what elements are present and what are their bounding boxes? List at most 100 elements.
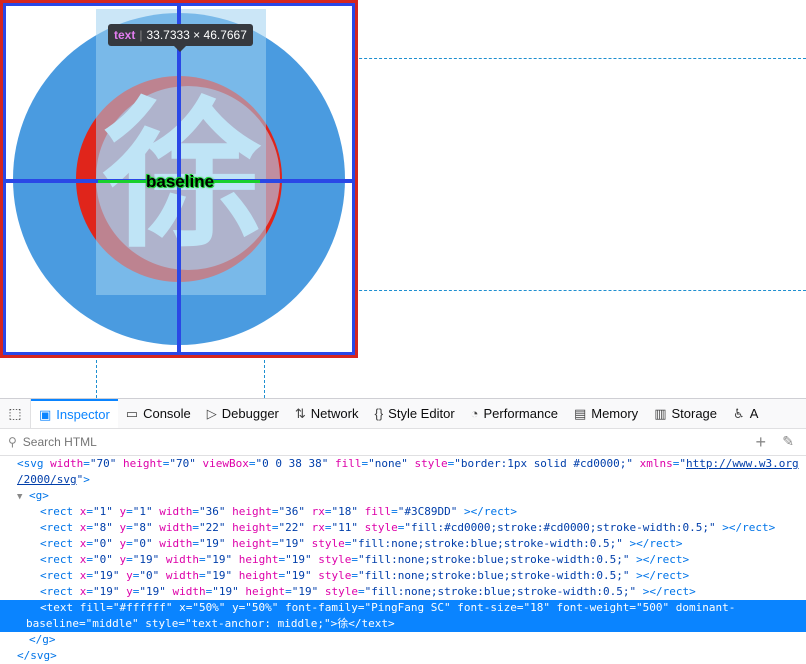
- attr-name: height: [238, 553, 279, 566]
- eyedropper-icon[interactable]: ✎: [782, 433, 794, 450]
- tab-label: Console: [143, 406, 191, 421]
- attr-value: "fill:none;stroke:blue;stroke-width:0.5;…: [351, 537, 623, 550]
- tag-close: ></rect>: [636, 569, 690, 582]
- tag-name: <rect: [40, 537, 80, 550]
- tag-name: <rect: [40, 553, 80, 566]
- attr-value: "70": [169, 457, 196, 470]
- attr-name: width: [159, 505, 193, 518]
- attr-value: "19": [132, 553, 160, 566]
- attr-value: "18": [331, 505, 359, 518]
- attr-name: width: [159, 521, 193, 534]
- tooltip-separator: |: [139, 28, 143, 42]
- tree-node-rect[interactable]: <rect x="19" y="0" width="19" height="19…: [0, 568, 806, 584]
- tag-name: <svg: [17, 457, 44, 470]
- tag-close: ></rect>: [722, 521, 776, 534]
- element-picker-button[interactable]: ⬚: [0, 399, 31, 428]
- add-node-button[interactable]: +: [755, 432, 766, 452]
- attr-value: "0 0 38 38": [255, 457, 329, 470]
- attr-name: width: [50, 457, 84, 470]
- tree-node-rect[interactable]: <rect x="0" y="19" width="19" height="19…: [0, 552, 806, 568]
- network-icon: ⇅: [294, 405, 306, 421]
- attr-name: xmlns: [639, 457, 673, 470]
- attr-value: "19": [93, 585, 120, 598]
- attr-name: height: [238, 569, 279, 582]
- tag-name: <rect: [40, 521, 80, 534]
- tab-label: A: [749, 406, 759, 421]
- style-editor-icon: {}: [374, 406, 384, 421]
- accessibility-icon: ♿: [733, 405, 745, 421]
- page-viewport: 徐 baseline text | 33.7333 × 46.7667: [0, 0, 806, 398]
- tab-storage[interactable]: ▥ Storage: [646, 399, 725, 428]
- attr-name: height: [232, 537, 272, 550]
- attr-value: "70": [89, 457, 117, 470]
- search-input[interactable]: [20, 434, 625, 450]
- attr-name: width: [165, 553, 199, 566]
- attr-value: "8": [93, 521, 113, 534]
- attr-name: y: [126, 585, 133, 598]
- memory-icon: ▤: [573, 405, 587, 421]
- tag-name: </g>: [29, 633, 56, 646]
- expand-triangle-icon[interactable]: ▼: [17, 489, 29, 505]
- markup-tree: <svg width="70" height="70" viewBox="0 0…: [0, 456, 806, 664]
- tree-node-svg-close[interactable]: </svg>: [0, 648, 806, 664]
- tag-name: <rect: [40, 505, 80, 518]
- tab-memory[interactable]: ▤ Memory: [566, 399, 646, 428]
- tree-node-svg[interactable]: <svg width="70" height="70" viewBox="0 0…: [0, 456, 806, 472]
- baseline-label: baseline: [146, 172, 215, 191]
- tree-node-svg-continued[interactable]: /2000/svg">: [0, 472, 806, 488]
- tree-node-g[interactable]: ▼ <g>: [0, 488, 806, 504]
- tree-node-rect[interactable]: <rect x="0" y="0" width="19" height="19"…: [0, 536, 806, 552]
- console-icon: ▭: [125, 405, 139, 421]
- attr-name: y: [126, 569, 133, 582]
- tree-node-rect[interactable]: <rect x="8" y="8" width="22" height="22"…: [0, 520, 806, 536]
- tab-label: Inspector: [56, 407, 110, 422]
- attr-link[interactable]: /2000/svg: [17, 473, 77, 486]
- attr-name: height: [245, 585, 286, 598]
- attr-value: "0": [93, 537, 113, 550]
- tab-debugger[interactable]: ▷ Debugger: [199, 399, 287, 428]
- tree-node-rect[interactable]: <rect x="1" y="1" width="36" height="36"…: [0, 504, 806, 520]
- attr-value: "11": [331, 521, 359, 534]
- rect-list: <rect x="1" y="1" width="36" height="36"…: [0, 504, 806, 600]
- tooltip-size: 33.7333 × 46.7667: [146, 28, 247, 42]
- picker-icon: ⬚: [8, 405, 22, 421]
- attr-value: "36": [278, 505, 306, 518]
- tag-name: <g>: [29, 489, 49, 502]
- tab-label: Storage: [671, 406, 718, 421]
- tree-node-g-close[interactable]: </g>: [0, 632, 806, 648]
- attr-link[interactable]: http://www.w3.org: [686, 457, 799, 470]
- tab-inspector[interactable]: ▣ Inspector: [31, 399, 118, 428]
- tab-label: Performance: [483, 406, 558, 421]
- element-tooltip: text | 33.7333 × 46.7667: [108, 24, 253, 52]
- attr-name: style: [318, 553, 352, 566]
- tag-close: ></rect>: [642, 585, 696, 598]
- attr-name: style: [324, 585, 358, 598]
- attr-name: viewBox: [202, 457, 249, 470]
- attr-value: "19": [205, 569, 233, 582]
- tab-label: Network: [310, 406, 359, 421]
- tab-accessibility[interactable]: ♿ A: [725, 399, 766, 428]
- attr-value: "19": [93, 569, 120, 582]
- tab-style-editor[interactable]: {} Style Editor: [366, 399, 462, 428]
- attr-value: "19": [199, 537, 226, 550]
- tag-name: </svg>: [17, 649, 57, 662]
- attr-value: "19": [291, 585, 319, 598]
- tab-label: Debugger: [221, 406, 279, 421]
- attr-value: "19": [139, 585, 166, 598]
- tooltip-tag: text: [114, 28, 136, 42]
- attr-name: style: [414, 457, 448, 470]
- attr-value: "19": [278, 537, 306, 550]
- devtools-panel: ⬚ ▣ Inspector ▭ Console ▷ Debugger ⇅ Network…: [0, 398, 806, 662]
- tab-network[interactable]: ⇅ Network: [287, 399, 367, 428]
- tree-node-text-selected[interactable]: <text fill="#ffffff" x="50%" y="50%" fon…: [0, 600, 806, 632]
- attr-value: "0": [93, 553, 113, 566]
- tag-name: <rect: [40, 585, 80, 598]
- debugger-icon: ▷: [206, 405, 217, 421]
- tab-console[interactable]: ▭ Console: [118, 399, 199, 428]
- tree-node-rect[interactable]: <rect x="19" y="19" width="19" height="1…: [0, 584, 806, 600]
- attr-name: fill: [364, 505, 392, 518]
- tab-label: Memory: [591, 406, 639, 421]
- attr-value: "0": [139, 569, 160, 582]
- tab-performance[interactable]: ◔ Performance: [463, 399, 566, 428]
- attr-name: style: [364, 521, 398, 534]
